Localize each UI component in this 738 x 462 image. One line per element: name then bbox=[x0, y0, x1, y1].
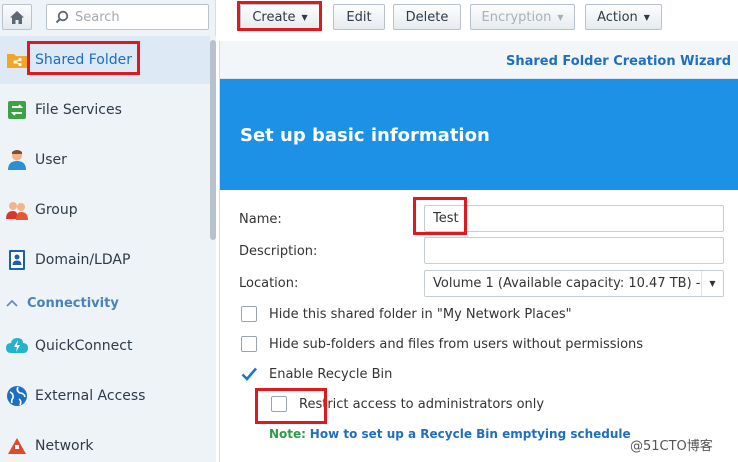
location-select[interactable]: Volume 1 (Available capacity: 10.47 TB) … bbox=[424, 270, 724, 297]
restrict-access-option[interactable]: Restrict access to administrators only bbox=[271, 396, 544, 412]
dropdown-caret-icon: ▼ bbox=[557, 12, 564, 22]
section-label: Connectivity bbox=[27, 295, 119, 311]
recycle-bin-schedule-link[interactable]: How to set up a Recycle Bin emptying sch… bbox=[310, 427, 631, 441]
network-icon bbox=[6, 435, 28, 457]
wizard-titlebar[interactable]: Shared Folder Creation Wizard bbox=[220, 41, 738, 79]
option-label: Restrict access to administrators only bbox=[299, 396, 545, 412]
option-label: Hide sub-folders and files from users wi… bbox=[269, 336, 644, 352]
option-label: Enable Recycle Bin bbox=[269, 366, 393, 382]
section-connectivity[interactable]: Connectivity bbox=[0, 292, 210, 314]
encryption-label: Encryption bbox=[481, 9, 552, 25]
sidebar-item-label: User bbox=[35, 152, 67, 168]
description-field[interactable] bbox=[424, 237, 724, 264]
hide-folder-option[interactable]: Hide this shared folder in "My Network P… bbox=[241, 306, 572, 322]
sidebar-item-label: QuickConnect bbox=[35, 338, 133, 354]
delete-label: Delete bbox=[405, 9, 449, 25]
edit-label: Edit bbox=[346, 9, 372, 25]
sidebar-item-user[interactable]: User bbox=[0, 136, 210, 184]
shared-folder-icon bbox=[6, 49, 28, 71]
wizard-banner: Set up basic information bbox=[220, 79, 738, 190]
quickconnect-icon bbox=[6, 335, 28, 357]
sidebar: Shared Folder File Services User bbox=[0, 0, 216, 462]
recycle-bin-checkbox[interactable] bbox=[241, 366, 257, 382]
sidebar-item-label: Domain/LDAP bbox=[35, 252, 131, 268]
hide-subfolders-checkbox[interactable] bbox=[241, 336, 257, 352]
domain-ldap-icon bbox=[6, 249, 28, 271]
external-access-icon bbox=[6, 385, 28, 407]
create-label: Create bbox=[252, 9, 296, 25]
recycle-bin-note: Note: How to set up a Recycle Bin emptyi… bbox=[269, 427, 631, 441]
sidebar-item-label: File Services bbox=[35, 102, 122, 118]
sidebar-item-shared-folder[interactable]: Shared Folder bbox=[0, 36, 210, 84]
search-box[interactable] bbox=[46, 4, 209, 30]
dropdown-caret-icon: ▼ bbox=[301, 12, 308, 22]
restrict-access-checkbox[interactable] bbox=[271, 396, 287, 412]
chevron-up-icon bbox=[6, 297, 20, 310]
sidebar-item-domain-ldap[interactable]: Domain/LDAP bbox=[0, 236, 210, 284]
watermark: @51CTO博客 bbox=[630, 439, 713, 454]
sidebar-item-group[interactable]: Group bbox=[0, 186, 210, 234]
edit-button[interactable]: Edit bbox=[333, 4, 385, 30]
sidebar-scroll-thumb[interactable] bbox=[210, 40, 216, 240]
encryption-button[interactable]: Encryption ▼ bbox=[470, 4, 575, 30]
location-value: Volume 1 (Available capacity: 10.47 TB) … bbox=[433, 276, 709, 291]
sidebar-item-quickconnect[interactable]: QuickConnect bbox=[0, 322, 210, 370]
checkmark-icon bbox=[241, 367, 257, 381]
search-input[interactable] bbox=[75, 9, 205, 25]
home-icon bbox=[10, 10, 24, 24]
chevron-down-icon: ▼ bbox=[701, 271, 723, 296]
user-icon bbox=[6, 149, 28, 171]
action-label: Action bbox=[597, 9, 638, 25]
wizard-title: Shared Folder Creation Wizard bbox=[505, 54, 731, 69]
sidebar-item-label: Group bbox=[35, 202, 78, 218]
sidebar-item-label: Network bbox=[35, 438, 94, 454]
option-label: Hide this shared folder in "My Network P… bbox=[269, 306, 572, 322]
search-icon bbox=[55, 10, 69, 24]
hide-folder-checkbox[interactable] bbox=[241, 306, 257, 322]
sidebar-item-label: External Access bbox=[35, 388, 146, 404]
action-button[interactable]: Action ▼ bbox=[585, 4, 662, 30]
note-label: Note: bbox=[269, 427, 306, 441]
group-icon bbox=[6, 199, 28, 221]
sidebar-item-external-access[interactable]: External Access bbox=[0, 372, 210, 420]
file-services-icon bbox=[6, 99, 28, 121]
create-button[interactable]: Create ▼ bbox=[240, 4, 320, 30]
sidebar-item-file-services[interactable]: File Services bbox=[0, 86, 210, 134]
description-label: Description: bbox=[239, 244, 318, 259]
sidebar-item-network[interactable]: Network bbox=[0, 422, 210, 462]
name-label: Name: bbox=[239, 212, 282, 227]
delete-button[interactable]: Delete bbox=[393, 4, 461, 30]
wizard-heading: Set up basic information bbox=[240, 125, 490, 146]
sidebar-item-label: Shared Folder bbox=[35, 52, 133, 68]
location-label: Location: bbox=[239, 276, 299, 291]
hide-subfolders-option[interactable]: Hide sub-folders and files from users wi… bbox=[241, 336, 643, 352]
home-button[interactable] bbox=[2, 4, 32, 30]
recycle-bin-option[interactable]: Enable Recycle Bin bbox=[241, 366, 392, 382]
dropdown-caret-icon: ▼ bbox=[643, 12, 650, 22]
name-field[interactable] bbox=[424, 205, 724, 232]
